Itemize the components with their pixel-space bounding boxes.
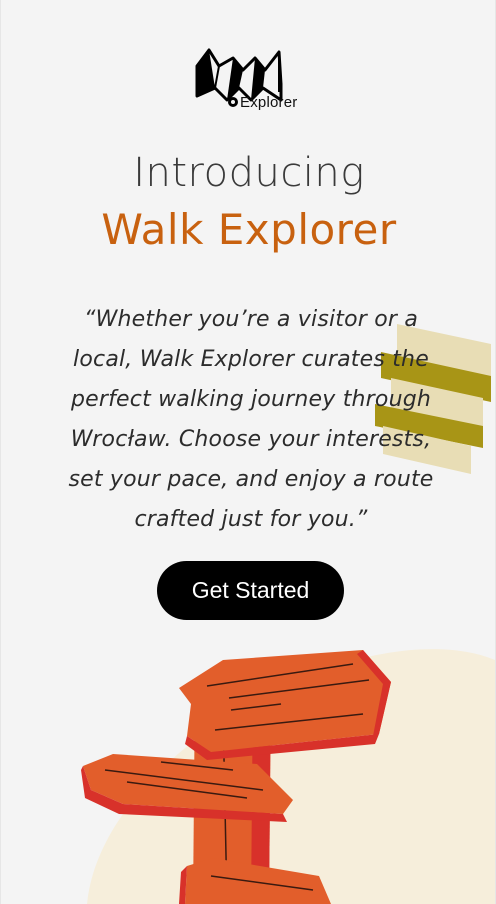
get-started-button[interactable]: Get Started	[157, 561, 344, 620]
intro-quote: “Whether you’re a visitor or a local, Wa…	[68, 307, 434, 532]
onboarding-screen: Explorer Introducing Walk Explorer “Whet…	[0, 0, 496, 904]
title-app-name: Walk Explorer	[101, 205, 397, 254]
logo-text: Explorer	[240, 94, 298, 111]
title-introducing: Introducing	[133, 150, 365, 196]
app-logo: Explorer	[193, 44, 309, 116]
signpost-illustration	[81, 649, 495, 904]
